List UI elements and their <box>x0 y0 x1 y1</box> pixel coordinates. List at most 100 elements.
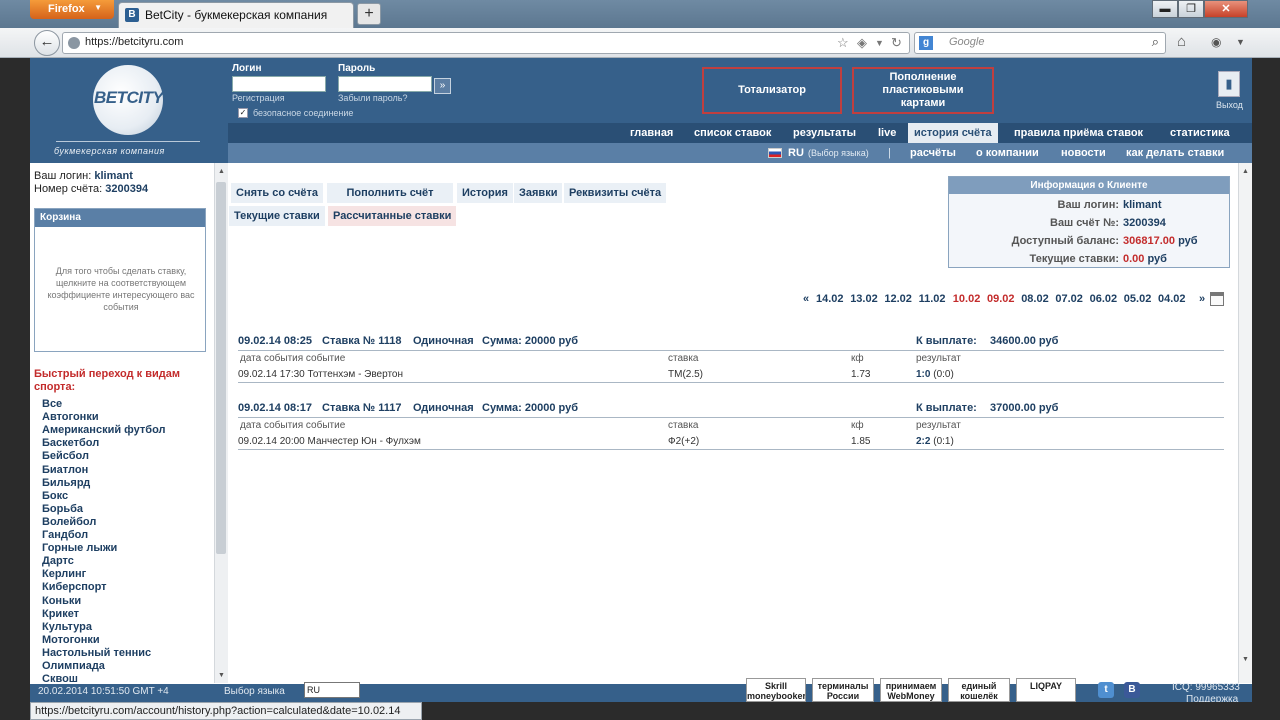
support-link[interactable]: Поддержка <box>1186 694 1238 702</box>
single-wallet-logo[interactable]: единый кошелёк <box>948 678 1010 702</box>
tab-requests[interactable]: Заявки <box>514 183 563 203</box>
main-scroll-up-icon[interactable]: ▲ <box>1242 168 1249 175</box>
webmoney-logo[interactable]: принимаем WebMoney <box>880 678 942 702</box>
sport-link[interactable]: Олимпиада <box>42 660 105 672</box>
tab-calculated-bets[interactable]: Рассчитанные ставки <box>328 206 457 226</box>
sport-link[interactable]: Бейсбол <box>42 450 89 462</box>
home-icon[interactable]: ⌂ <box>1177 33 1186 50</box>
forgot-password-link[interactable]: Забыли пароль? <box>338 93 407 103</box>
new-tab-button[interactable]: + <box>357 3 381 25</box>
menu-account-history[interactable]: история счёта <box>908 123 998 143</box>
menu-how-to-bet[interactable]: как делать ставки <box>1126 147 1224 159</box>
search-icon[interactable]: ⌕ <box>1152 34 1159 50</box>
browser-tab-active[interactable]: B BetCity - букмекерская компания <box>118 2 354 28</box>
date-link[interactable]: 14.02 <box>816 293 844 305</box>
russia-flag-icon[interactable] <box>768 148 782 158</box>
bet-number[interactable]: Ставка № 1117 <box>322 402 401 414</box>
sport-link[interactable]: Все <box>42 398 62 410</box>
date-link[interactable]: 12.02 <box>884 293 912 305</box>
skrill-logo[interactable]: Skrill moneybookers <box>746 678 806 702</box>
sport-link[interactable]: Волейбол <box>42 516 96 528</box>
sport-link[interactable]: Культура <box>42 621 92 633</box>
search-bar[interactable]: g Google ⌕ <box>914 32 1166 54</box>
sport-link[interactable]: Коньки <box>42 595 81 607</box>
date-link[interactable]: 11.02 <box>919 293 946 305</box>
sport-link[interactable]: Горные лыжи <box>42 542 117 554</box>
lang-code[interactable]: RU <box>788 147 804 159</box>
menu-results[interactable]: результаты <box>793 127 856 139</box>
twitter-icon[interactable]: t <box>1098 682 1114 698</box>
date-link[interactable]: 05.02 <box>1124 293 1152 305</box>
menu-home[interactable]: главная <box>630 127 673 139</box>
back-button[interactable]: ← <box>34 30 60 56</box>
bet-number[interactable]: Ставка № 1118 <box>322 335 401 347</box>
sport-link[interactable]: Настольный теннис <box>42 647 151 659</box>
google-icon[interactable]: g <box>919 36 933 50</box>
date-link[interactable]: 04.02 <box>1158 293 1186 305</box>
maximize-button[interactable]: ❐ <box>1178 0 1204 18</box>
url-bar[interactable]: https://betcityru.com ☆ ◈ ▼ ↻ <box>62 32 910 54</box>
tab-history[interactable]: История <box>457 183 513 203</box>
date-link[interactable]: 09.02 <box>987 293 1015 305</box>
tab-withdraw[interactable]: Снять со счёта <box>231 183 323 203</box>
login-input[interactable] <box>232 76 326 92</box>
sport-link[interactable]: Автогонки <box>42 411 99 423</box>
login-submit-button[interactable]: » <box>434 78 451 94</box>
sport-link[interactable]: Киберспорт <box>42 581 107 593</box>
tab-deposit[interactable]: Пополнить счёт <box>327 183 453 203</box>
main-scrollbar[interactable] <box>1238 163 1252 683</box>
sport-link[interactable]: Бильярд <box>42 477 90 489</box>
password-input[interactable] <box>338 76 432 92</box>
date-link[interactable]: 13.02 <box>850 293 878 305</box>
date-next-link[interactable]: » <box>1199 293 1205 305</box>
close-window-button[interactable]: ✕ <box>1204 0 1248 18</box>
card-topup-button[interactable]: Пополнение пластиковыми картами <box>852 67 994 114</box>
secure-connection-checkbox[interactable]: ✓ <box>238 108 248 118</box>
sport-link[interactable]: Керлинг <box>42 568 86 580</box>
sport-link[interactable]: Борьба <box>42 503 83 515</box>
menu-bet-list[interactable]: список ставок <box>694 127 771 139</box>
sport-link[interactable]: Крикет <box>42 608 79 620</box>
menu-news[interactable]: новости <box>1061 147 1106 159</box>
register-link[interactable]: Регистрация <box>232 93 285 103</box>
date-link[interactable]: 06.02 <box>1090 293 1118 305</box>
date-prev-link[interactable]: « <box>803 293 809 305</box>
tab-current-bets[interactable]: Текущие ставки <box>229 206 325 226</box>
terminals-logo[interactable]: терминалы России <box>812 678 874 702</box>
firefox-menu-button[interactable]: Firefox ▼ <box>30 0 114 19</box>
lang-hint[interactable]: (Выбор языка) <box>808 148 869 158</box>
sport-link[interactable]: Мотогонки <box>42 634 100 646</box>
sidebar-scroll-thumb[interactable] <box>216 182 226 554</box>
calendar-icon[interactable] <box>1210 292 1224 306</box>
minimize-button[interactable]: ▬ <box>1152 0 1178 18</box>
sport-link[interactable]: Бокс <box>42 490 68 502</box>
menu-calculations[interactable]: расчёты <box>910 147 956 159</box>
footer-lang-select[interactable]: RU <box>304 682 360 698</box>
bookmark-star-icon[interactable]: ☆ <box>837 35 849 51</box>
betcity-logo[interactable]: BETCITY букмекерская компания <box>30 58 228 163</box>
date-link[interactable]: 07.02 <box>1055 293 1083 305</box>
menu-betting-rules[interactable]: правила приёма ставок <box>1014 127 1143 139</box>
toolbar-dropdown-icon[interactable]: ▼ <box>1236 37 1245 47</box>
date-link[interactable]: 10.02 <box>953 293 981 305</box>
sport-link[interactable]: Гандбол <box>42 529 88 541</box>
vk-icon[interactable]: B <box>1124 682 1140 698</box>
exit-label[interactable]: Выход <box>1216 100 1243 110</box>
menu-live[interactable]: live <box>878 127 896 139</box>
tab-account-details[interactable]: Реквизиты счёта <box>564 183 667 203</box>
addon-icon[interactable]: ◉ <box>1211 35 1221 49</box>
scroll-up-icon[interactable]: ▲ <box>218 168 225 175</box>
exit-door-icon[interactable]: ▮ <box>1218 71 1240 97</box>
url-dropdown-icon[interactable]: ▼ <box>875 38 884 48</box>
sport-link[interactable]: Американский футбол <box>42 424 166 436</box>
menu-about[interactable]: о компании <box>976 147 1039 159</box>
liqpay-logo[interactable]: LIQPAY <box>1016 678 1076 702</box>
sport-link[interactable]: Биатлон <box>42 464 88 476</box>
totalizator-button[interactable]: Тотализатор <box>702 67 842 114</box>
main-scroll-down-icon[interactable]: ▼ <box>1242 656 1249 663</box>
scroll-down-icon[interactable]: ▼ <box>218 672 225 679</box>
menu-statistics[interactable]: статистика <box>1170 127 1230 139</box>
sport-link[interactable]: Дартс <box>42 555 74 567</box>
sport-link[interactable]: Баскетбол <box>42 437 99 449</box>
reload-icon[interactable]: ↻ <box>891 35 902 51</box>
